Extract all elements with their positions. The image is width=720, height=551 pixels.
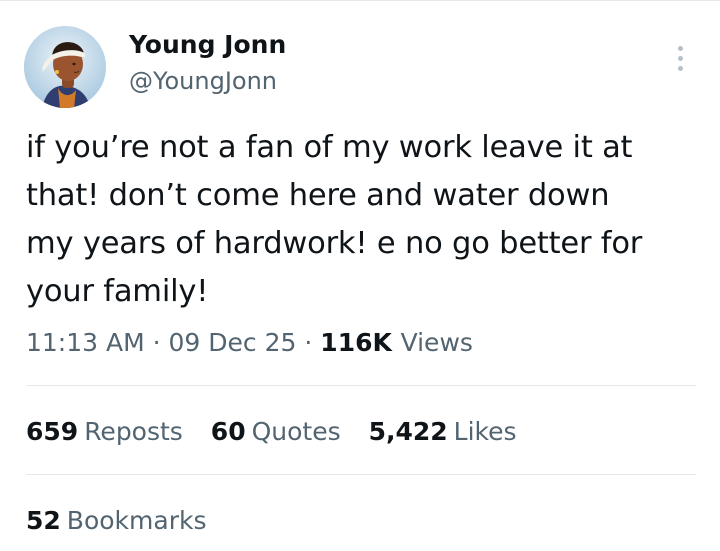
engagement-stats: 659 Reposts 60 Quotes 5,422 Likes xyxy=(26,413,537,451)
tweet-line: that! don’t come here and water down xyxy=(26,178,610,213)
quotes-stat[interactable]: 60 Quotes xyxy=(211,413,341,451)
tweet-line: my years of hardwork! e no go better for xyxy=(26,226,643,261)
meta-separator: · xyxy=(304,328,321,357)
divider xyxy=(26,474,696,475)
display-name[interactable]: Young Jonn xyxy=(129,28,286,62)
likes-count: 5,422 xyxy=(368,417,448,446)
more-vertical-icon xyxy=(677,45,683,51)
avatar[interactable] xyxy=(24,26,106,108)
views-label: Views xyxy=(400,328,473,357)
tweet-time[interactable]: 11:13 AM xyxy=(26,328,145,357)
likes-label: Likes xyxy=(453,417,517,446)
tweet-text: if you’re not a fan of my work leave it … xyxy=(26,124,706,316)
quotes-label: Quotes xyxy=(251,417,341,446)
meta-separator: · xyxy=(152,328,169,357)
reposts-count: 659 xyxy=(26,417,79,446)
quotes-count: 60 xyxy=(210,417,246,446)
bookmarks-count: 52 xyxy=(26,506,61,535)
top-divider xyxy=(0,0,720,1)
profile-portrait-icon xyxy=(24,26,106,108)
tweet-line: if you’re not a fan of my work leave it … xyxy=(26,130,633,165)
more-options-button[interactable] xyxy=(664,40,696,76)
bookmarks-label: Bookmarks xyxy=(66,506,207,535)
reposts-label: Reposts xyxy=(84,417,183,446)
tweet-meta: 11:13 AM · 09 Dec 25 · 116K Views xyxy=(26,324,473,362)
likes-stat[interactable]: 5,422 Likes xyxy=(369,413,517,451)
tweet-date[interactable]: 09 Dec 25 xyxy=(169,328,297,357)
bookmarks-stat[interactable]: 52 Bookmarks xyxy=(26,502,206,540)
divider xyxy=(26,385,696,386)
more-vertical-icon-dot xyxy=(677,55,683,61)
tweet-line: your family! xyxy=(26,274,209,309)
user-handle[interactable]: @YoungJonn xyxy=(129,64,277,98)
more-vertical-icon-dot xyxy=(677,65,683,71)
reposts-stat[interactable]: 659 Reposts xyxy=(26,413,183,451)
views-count: 116K xyxy=(320,328,401,357)
